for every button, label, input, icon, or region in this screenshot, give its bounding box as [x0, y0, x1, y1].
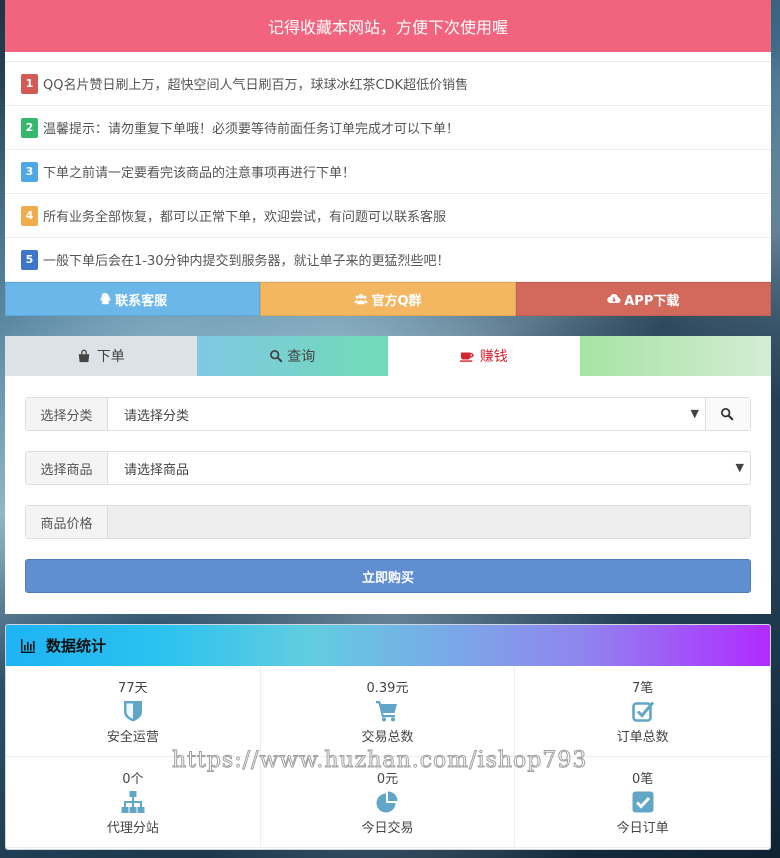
buy-now-button[interactable]: 立即购买	[25, 559, 751, 593]
stat-label: 交易总数	[361, 730, 414, 745]
tab-query[interactable]: 查询	[196, 336, 388, 376]
stats-panel: 数据统计 77天 安全运营 0.39元 交易总数 7笔 订单总数 0个 代理分站…	[5, 624, 771, 850]
stat-agents: 0个 代理分站	[6, 757, 261, 848]
qq-penguin-icon	[98, 292, 112, 306]
price-label: 商品价格	[26, 506, 108, 538]
category-row: 选择分类 请选择分类 ▼	[25, 397, 751, 431]
tab-order[interactable]: 下单	[5, 336, 197, 376]
notice-text: 一般下单后会在1-30分钟内提交到服务器，就让单子来的更猛烈些吧！	[43, 254, 450, 269]
stat-label: 今日订单	[616, 821, 669, 836]
product-select[interactable]: 请选择商品 ▼	[108, 452, 750, 484]
coffee-cup-icon	[459, 349, 474, 363]
notice-text: QQ名片赞日刷上万，超快空间人气日刷百万，球球冰红茶CDK超低价销售	[43, 78, 469, 93]
stat-value: 0元	[376, 772, 399, 787]
number-badge: 5	[21, 249, 38, 270]
stats-header: 数据统计	[6, 625, 770, 666]
price-row: 商品价格	[25, 505, 751, 539]
shield-icon	[121, 699, 145, 723]
contact-service-label: 联系客服	[115, 293, 168, 309]
tab-bar: 下单 查询 赚钱	[5, 336, 771, 376]
stat-value: 0笔	[632, 772, 654, 787]
stat-label: 订单总数	[616, 730, 669, 745]
contact-service-button[interactable]: 联系客服	[5, 282, 261, 316]
notice-list: 1 QQ名片赞日刷上万，超快空间人气日刷百万，球球冰红茶CDK超低价销售 2 温…	[5, 62, 771, 282]
stat-order-total: 7笔 订单总数	[515, 666, 770, 757]
category-select-value: 请选择分类	[124, 408, 190, 424]
category-label: 选择分类	[26, 398, 108, 430]
stat-value: 0个	[122, 772, 144, 787]
notice-header: 记得收藏本网站，方便下次使用喔	[5, 0, 771, 52]
notice-item: 4 所有业务全部恢复，都可以正常下单，欢迎尝试，有问题可以联系客服	[5, 194, 771, 238]
notice-text: 所有业务全部恢复，都可以正常下单，欢迎尝试，有问题可以联系客服	[43, 210, 447, 225]
cloud-download-icon	[607, 292, 621, 306]
price-field	[108, 506, 750, 538]
app-download-button[interactable]: APP下载	[515, 282, 771, 316]
official-qq-group-label: 官方Q群	[371, 293, 422, 309]
bar-chart-icon	[20, 638, 36, 654]
pie-chart-icon	[375, 790, 399, 814]
order-panel: 下单 查询 赚钱 选择分类 请选择分类 ▼ 选择商品 请选择商品 ▼ 商品价格 …	[5, 336, 771, 614]
product-select-value: 请选择商品	[124, 462, 190, 478]
category-select[interactable]: 请选择分类 ▼	[108, 398, 705, 430]
tab-earn[interactable]: 赚钱	[388, 336, 580, 376]
tab-earn-label: 赚钱	[479, 349, 508, 365]
stats-title: 数据统计	[46, 637, 107, 655]
sitemap-icon	[121, 790, 145, 814]
notice-item: 3 下单之前请一定要看完该商品的注意事项再进行下单！	[5, 150, 771, 194]
number-badge: 1	[21, 73, 38, 94]
stat-value: 77天	[118, 681, 148, 696]
chevron-down-icon: ▼	[735, 461, 744, 474]
notice-item: 2 温馨提示：请勿重复下单哦！必须要等待前面任务订单完成才可以下单！	[5, 106, 771, 150]
product-row: 选择商品 请选择商品 ▼	[25, 451, 751, 485]
app-download-label: APP下载	[624, 293, 680, 309]
stat-label: 代理分站	[106, 821, 159, 836]
tab-query-label: 查询	[287, 349, 316, 365]
users-icon	[354, 292, 369, 306]
number-badge: 4	[21, 205, 38, 226]
product-label: 选择商品	[26, 452, 108, 484]
stat-trade-total: 0.39元 交易总数	[260, 666, 516, 757]
category-search-button[interactable]	[705, 398, 750, 430]
stat-today-orders: 0笔 今日订单	[515, 757, 770, 848]
search-icon	[720, 407, 734, 421]
notice-panel: 记得收藏本网站，方便下次使用喔 1 QQ名片赞日刷上万，超快空间人气日刷百万，球…	[5, 0, 771, 316]
stat-value: 0.39元	[366, 681, 409, 696]
notice-text: 下单之前请一定要看完该商品的注意事项再进行下单！	[43, 166, 356, 181]
checkbox-icon	[631, 699, 655, 723]
stats-grid: 77天 安全运营 0.39元 交易总数 7笔 订单总数 0个 代理分站 0元 今…	[6, 666, 770, 848]
action-button-row: 联系客服 官方Q群 APP下载	[5, 282, 771, 316]
tab-order-label: 下单	[96, 349, 125, 365]
number-badge: 2	[21, 117, 38, 138]
chevron-down-icon: ▼	[690, 407, 699, 420]
notice-text: 温馨提示：请勿重复下单哦！必须要等待前面任务订单完成才可以下单！	[43, 122, 460, 137]
cart-icon	[375, 699, 399, 723]
official-qq-group-button[interactable]: 官方Q群	[260, 282, 516, 316]
notice-gap	[5, 52, 771, 62]
check-square-icon	[631, 790, 655, 814]
stat-value: 7笔	[632, 681, 654, 696]
stat-today-trade: 0元 今日交易	[260, 757, 516, 848]
shopping-bag-icon	[77, 349, 91, 363]
search-icon	[269, 349, 283, 363]
stat-label: 今日交易	[361, 821, 414, 836]
number-badge: 3	[21, 161, 38, 182]
stat-uptime: 77天 安全运营	[6, 666, 261, 757]
notice-item: 5 一般下单后会在1-30分钟内提交到服务器，就让单子来的更猛烈些吧！	[5, 238, 771, 282]
stat-label: 安全运营	[106, 730, 159, 745]
notice-item: 1 QQ名片赞日刷上万，超快空间人气日刷百万，球球冰红茶CDK超低价销售	[5, 62, 771, 106]
tab-extra[interactable]	[579, 336, 771, 376]
